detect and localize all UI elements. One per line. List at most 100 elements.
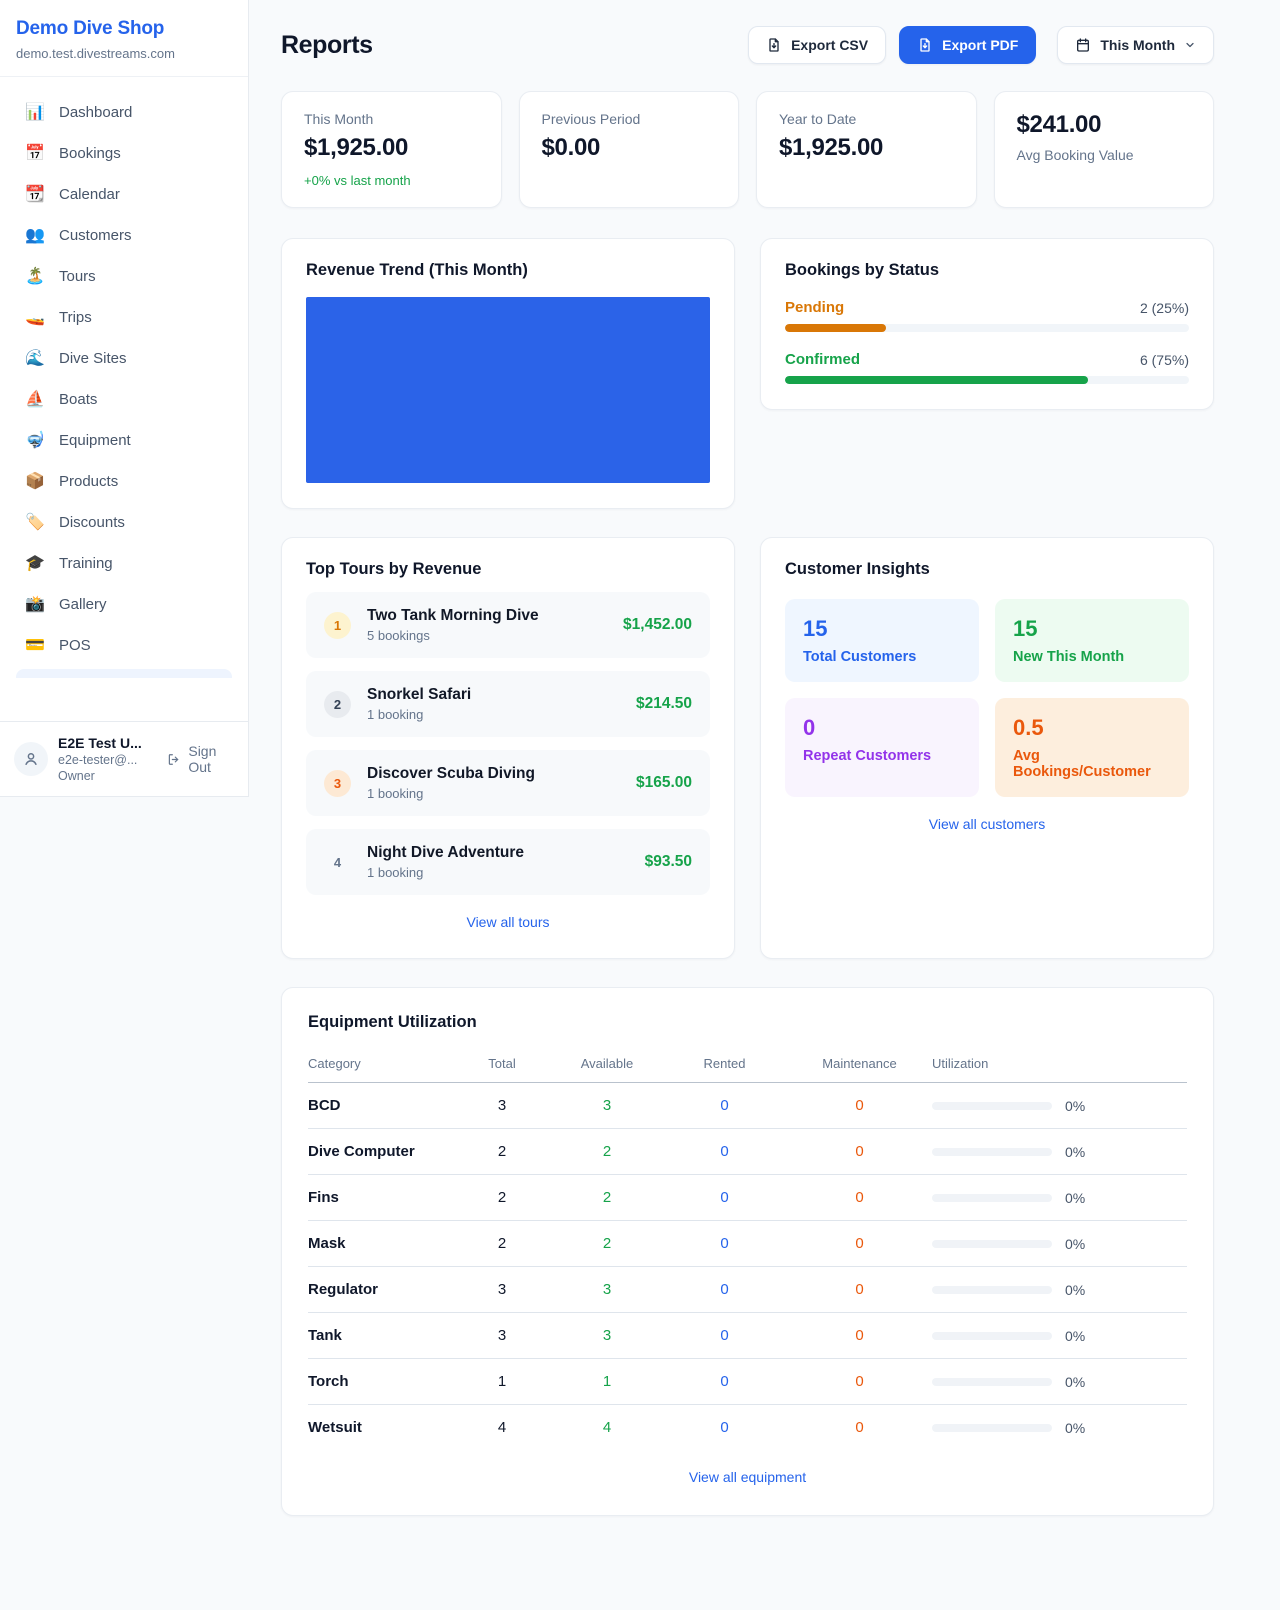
top-tours-title: Top Tours by Revenue — [306, 560, 710, 579]
tile-repeat-customers: 0 Repeat Customers — [785, 698, 979, 797]
equipment-table: Category Total Available Rented Maintena… — [308, 1047, 1187, 1450]
table-row: BCD33000% — [308, 1083, 1187, 1129]
view-all-equipment-link[interactable]: View all equipment — [308, 1469, 1187, 1485]
column-header-maintenance: Maintenance — [787, 1047, 932, 1083]
utilization-bar — [932, 1286, 1052, 1294]
shop-domain: demo.test.divestreams.com — [16, 46, 232, 61]
tour-amount: $1,452.00 — [623, 616, 692, 634]
sidebar-item-label: Gallery — [59, 596, 107, 613]
utilization-percent: 0% — [1065, 1236, 1085, 1252]
table-row: Wetsuit44000% — [308, 1405, 1187, 1451]
cell-utilization: 0% — [932, 1359, 1187, 1405]
tour-row: 2 Snorkel Safari 1 booking $214.50 — [306, 671, 710, 737]
tour-row: 1 Two Tank Morning Dive 5 bookings $1,45… — [306, 592, 710, 658]
sidebar-item-equipment[interactable]: 🤿Equipment — [8, 421, 240, 459]
rank-badge: 1 — [324, 612, 351, 639]
utilization-percent: 0% — [1065, 1420, 1085, 1436]
sidebar-item-customers[interactable]: 👥 Customers — [8, 216, 240, 254]
tile-value: 0.5 — [1013, 715, 1171, 741]
credit-card-icon: 💳 — [24, 635, 46, 655]
utilization-percent: 0% — [1065, 1098, 1085, 1114]
cell-maintenance: 0 — [787, 1129, 932, 1175]
progress-track — [785, 376, 1189, 384]
sidebar-item-label: Trips — [59, 309, 92, 326]
table-row: Mask22000% — [308, 1221, 1187, 1267]
sidebar-item-tours[interactable]: 🏝️Tours — [8, 257, 240, 295]
cell-total: 1 — [452, 1359, 552, 1405]
cell-maintenance: 0 — [787, 1221, 932, 1267]
sidebar-item-label: Dashboard — [59, 104, 132, 121]
utilization-percent: 0% — [1065, 1144, 1085, 1160]
sidebar-item-boats[interactable]: ⛵Boats — [8, 380, 240, 418]
stat-label: Year to Date — [779, 111, 954, 127]
sign-out-button[interactable]: Sign Out — [167, 743, 234, 775]
utilization-bar — [932, 1424, 1052, 1432]
period-dropdown[interactable]: This Month — [1057, 26, 1214, 64]
file-download-icon — [917, 37, 933, 53]
customer-insights-title: Customer Insights — [785, 560, 1189, 579]
sidebar-item-reports-partial[interactable] — [16, 669, 232, 678]
status-count: 2 (25%) — [1140, 300, 1189, 316]
tag-icon: 🏷️ — [24, 512, 46, 532]
sidebar-item-pos[interactable]: 💳 POS — [8, 626, 240, 664]
sidebar-item-label: Customers — [59, 227, 132, 244]
table-row: Regulator33000% — [308, 1267, 1187, 1313]
sidebar-item-products[interactable]: 📦Products — [8, 462, 240, 500]
tour-bookings: 1 booking — [367, 707, 636, 722]
people-icon: 👥 — [24, 225, 46, 245]
tour-amount: $165.00 — [636, 774, 692, 792]
sidebar-item-discounts[interactable]: 🏷️ Discounts — [8, 503, 240, 541]
sidebar-user-footer: E2E Test U... e2e-tester@... Owner Sign … — [0, 721, 248, 796]
sidebar-item-label: Training — [59, 555, 113, 572]
column-header-category: Category — [308, 1047, 452, 1083]
bookings-by-status-card: Bookings by Status Pending 2 (25%) Confi… — [760, 238, 1214, 410]
cell-rented: 0 — [662, 1129, 787, 1175]
revenue-trend-chart — [306, 297, 710, 483]
sidebar-item-calendar[interactable]: 📆Calendar — [8, 175, 240, 213]
tour-row: 3 Discover Scuba Diving 1 booking $165.0… — [306, 750, 710, 816]
progress-fill — [785, 324, 886, 332]
progress-fill — [785, 376, 1088, 384]
tile-avg-bookings-customer: 0.5 Avg Bookings/Customer — [995, 698, 1189, 797]
view-all-customers-link[interactable]: View all customers — [785, 816, 1189, 832]
cell-total: 3 — [452, 1267, 552, 1313]
sidebar-item-dashboard[interactable]: 📊Dashboard — [8, 93, 240, 131]
speedboat-icon: 🚤 — [24, 307, 46, 327]
table-row: Fins22000% — [308, 1175, 1187, 1221]
sidebar-item-bookings[interactable]: 📅Bookings — [8, 134, 240, 172]
stat-value: $1,925.00 — [304, 134, 479, 162]
cell-rented: 0 — [662, 1359, 787, 1405]
sidebar-item-label: POS — [59, 637, 91, 654]
top-tours-card: Top Tours by Revenue 1 Two Tank Morning … — [281, 537, 735, 959]
user-meta: E2E Test U... e2e-tester@... Owner — [58, 735, 155, 783]
cell-available: 1 — [552, 1359, 662, 1405]
export-pdf-button[interactable]: Export PDF — [899, 26, 1036, 64]
rank-badge: 2 — [324, 691, 351, 718]
cell-available: 2 — [552, 1129, 662, 1175]
view-all-tours-link[interactable]: View all tours — [306, 914, 710, 930]
sidebar-item-label: Discounts — [59, 514, 125, 531]
utilization-bar — [932, 1378, 1052, 1386]
sidebar-item-gallery[interactable]: 📸Gallery — [8, 585, 240, 623]
sidebar-item-training[interactable]: 🎓Training — [8, 544, 240, 582]
export-pdf-label: Export PDF — [942, 37, 1018, 53]
cell-available: 2 — [552, 1221, 662, 1267]
stat-card-this-month: This Month $1,925.00 +0% vs last month — [281, 91, 502, 208]
tour-amount: $93.50 — [645, 853, 692, 871]
tile-value: 15 — [803, 616, 961, 642]
cell-maintenance: 0 — [787, 1405, 932, 1451]
tile-value: 0 — [803, 715, 961, 741]
sidebar-item-trips[interactable]: 🚤 Trips — [8, 298, 240, 336]
cell-utilization: 0% — [932, 1405, 1187, 1451]
cell-utilization: 0% — [932, 1313, 1187, 1359]
cell-maintenance: 0 — [787, 1359, 932, 1405]
wave-icon: 🌊 — [24, 348, 46, 368]
user-role: Owner — [58, 769, 155, 783]
tour-name: Discover Scuba Diving — [367, 765, 636, 783]
export-csv-button[interactable]: Export CSV — [748, 26, 886, 64]
progress-track — [785, 324, 1189, 332]
utilization-bar — [932, 1332, 1052, 1340]
cell-available: 2 — [552, 1175, 662, 1221]
sidebar-item-dive-sites[interactable]: 🌊Dive Sites — [8, 339, 240, 377]
column-header-available: Available — [552, 1047, 662, 1083]
